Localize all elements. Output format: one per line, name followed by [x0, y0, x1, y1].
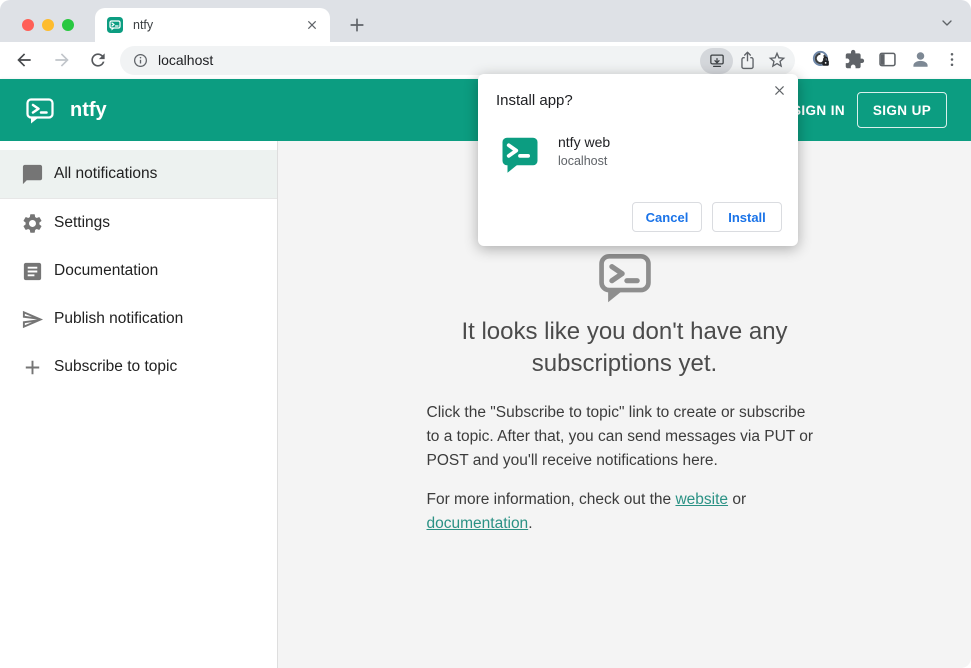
article-icon: [23, 262, 42, 280]
sidebar-item-settings[interactable]: Settings: [0, 199, 277, 247]
sidebar-item-publish-notification[interactable]: Publish notification: [0, 295, 277, 343]
documentation-link[interactable]: documentation: [427, 515, 529, 532]
more-info-text: .: [528, 515, 533, 532]
browser-window: ntfy localhost ntfy SIGN IN SIGN UP All …: [0, 0, 971, 668]
sidebar-item-all-notifications[interactable]: All notifications: [0, 150, 277, 198]
cancel-button[interactable]: Cancel: [632, 202, 702, 232]
app-title: ntfy: [70, 98, 107, 121]
more-info-text: or: [728, 491, 747, 508]
sign-up-button[interactable]: SIGN UP: [857, 92, 947, 128]
install-button[interactable]: Install: [712, 202, 782, 232]
ntfy-app-icon: [502, 137, 538, 173]
sidebar-item-label: Settings: [54, 214, 111, 231]
window-close-button[interactable]: [22, 19, 34, 31]
sidebar-item-label: Documentation: [54, 262, 159, 279]
password-manager-extension-icon[interactable]: [811, 49, 832, 70]
sidebar-nav: All notifications Settings Documentation: [0, 141, 278, 668]
ntfy-logo-large-icon: [598, 253, 651, 303]
sidebar-item-documentation[interactable]: Documentation: [0, 247, 277, 295]
profile-avatar-icon[interactable]: [910, 49, 931, 70]
ntfy-logo-icon: [26, 98, 54, 124]
back-button[interactable]: [14, 50, 34, 70]
dialog-app-origin: localhost: [558, 154, 608, 168]
new-tab-button[interactable]: [346, 14, 368, 36]
install-app-button[interactable]: [700, 47, 733, 74]
sidebar-item-label: Subscribe to topic: [54, 358, 178, 375]
dialog-title: Install app?: [496, 92, 573, 109]
send-icon: [22, 310, 44, 328]
reload-button[interactable]: [88, 50, 108, 70]
plus-icon: [25, 360, 40, 374]
dialog-actions: Cancel Install: [632, 202, 782, 232]
install-app-icon: [709, 54, 724, 67]
more-info-paragraph: For more information, check out the webs…: [427, 488, 823, 536]
share-icon[interactable]: [738, 50, 757, 71]
install-app-dialog: Install app? ntfy web localhost Cancel I…: [478, 74, 798, 246]
url-text[interactable]: localhost: [158, 52, 213, 68]
more-info-text: For more information, check out the: [426, 491, 676, 508]
empty-state-paragraph: Click the "Subscribe to topic" link to c…: [426, 404, 814, 469]
tab-close-icon[interactable]: [304, 17, 320, 33]
dialog-app-name: ntfy web: [558, 134, 611, 150]
tab-search-chevron-icon[interactable]: [939, 15, 955, 31]
sign-in-button[interactable]: SIGN IN: [792, 103, 845, 118]
ntfy-favicon-icon: [107, 17, 123, 33]
sidebar-item-subscribe-to-topic[interactable]: Subscribe to topic: [0, 343, 277, 391]
window-minimize-button[interactable]: [42, 19, 54, 31]
bookmark-star-icon[interactable]: [767, 50, 787, 70]
extensions-puzzle-icon[interactable]: [844, 49, 865, 70]
tab-strip: ntfy: [0, 0, 971, 42]
address-bar[interactable]: localhost: [120, 46, 795, 75]
side-panel-icon[interactable]: [877, 49, 898, 70]
sidebar-item-label: All notifications: [54, 165, 158, 182]
tab-title: ntfy: [133, 18, 154, 32]
window-zoom-button[interactable]: [62, 19, 74, 31]
gear-icon: [23, 213, 42, 233]
dialog-close-icon[interactable]: [772, 83, 787, 98]
website-link[interactable]: website: [675, 491, 728, 508]
browser-tab[interactable]: ntfy: [95, 8, 330, 42]
toolbar-right-icons: [811, 49, 961, 70]
empty-state-title: It looks like you don't have any subscri…: [461, 318, 788, 377]
chat-icon: [22, 164, 43, 184]
forward-button[interactable]: [52, 50, 72, 70]
sidebar-item-label: Publish notification: [54, 310, 184, 327]
site-info-icon[interactable]: [132, 52, 149, 69]
browser-menu-icon[interactable]: [943, 49, 961, 70]
